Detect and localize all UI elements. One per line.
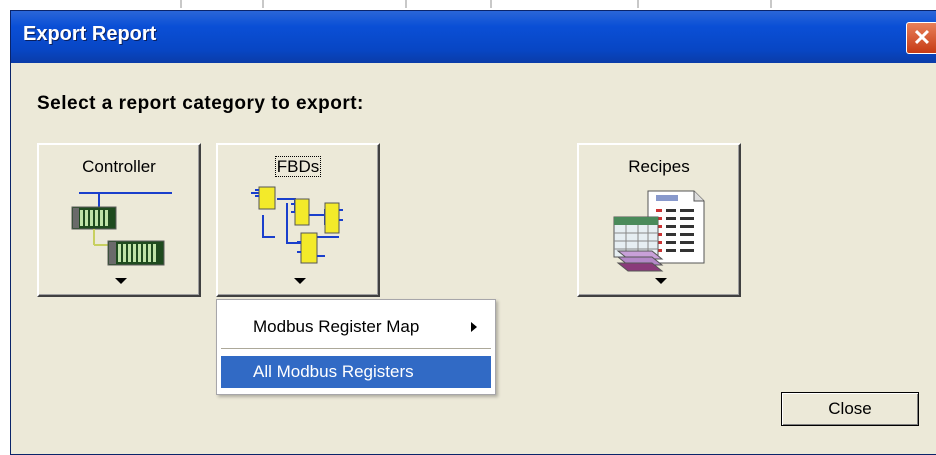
menu-item-modbus-register-map[interactable]: Modbus Register Map <box>221 311 491 343</box>
submenu-arrow-icon <box>471 322 477 332</box>
menu-item-all-modbus-registers[interactable]: All Modbus Registers <box>221 356 491 388</box>
controller-label: Controller <box>82 157 156 176</box>
recipes-icon <box>613 190 705 272</box>
recipes-dropdown-arrow-icon[interactable] <box>655 278 667 284</box>
recipes-button[interactable]: Recipes <box>577 143 741 297</box>
fbds-popup-menu: Modbus Register Map All Modbus Registers <box>216 299 496 395</box>
close-icon[interactable]: ✕ <box>906 22 936 54</box>
dialog-title: Export Report <box>23 23 157 45</box>
fbds-label: FBDs <box>274 156 322 177</box>
fbd-icon <box>251 186 343 264</box>
title-bar[interactable]: Export Report ✕ <box>11 11 936 63</box>
controller-icon <box>71 192 172 266</box>
category-prompt: Select a report category to export: <box>37 93 364 114</box>
background-strip <box>0 0 936 10</box>
close-button[interactable]: Close <box>781 392 919 426</box>
fbds-button[interactable]: FBDs <box>216 143 380 297</box>
controller-button[interactable]: Controller <box>37 143 201 297</box>
export-report-dialog: Export Report ✕ Select a report category… <box>10 10 936 455</box>
menu-separator <box>221 348 491 352</box>
fbds-dropdown-arrow-icon[interactable] <box>294 278 306 284</box>
recipes-label: Recipes <box>628 157 690 176</box>
menu-item-label: Modbus Register Map <box>253 317 420 336</box>
menu-item-label: All Modbus Registers <box>253 362 414 381</box>
controller-dropdown-arrow-icon[interactable] <box>115 278 127 284</box>
